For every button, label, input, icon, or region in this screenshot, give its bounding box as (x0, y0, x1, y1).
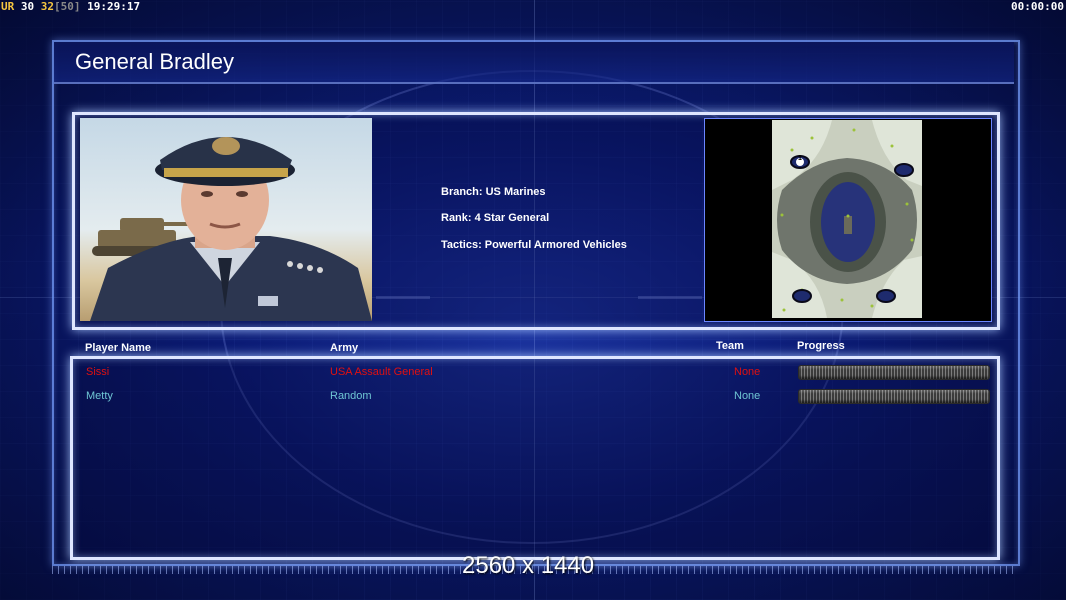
player-load-progress-bar (798, 365, 990, 380)
column-header-player-name: Player Name (85, 342, 152, 354)
hud-clock: 19:29:17 (87, 0, 141, 13)
hud-fps-value: 30 (20, 0, 35, 13)
player-load-progress-bar (798, 389, 990, 404)
column-header-team: Team (716, 340, 744, 352)
hud-fps-max: [50] (54, 0, 81, 13)
column-header-army: Army (330, 342, 359, 354)
page-title: General Bradley (75, 49, 234, 74)
general-rank: Rank: 4 Star General (441, 212, 550, 224)
general-tactics: Tactics: Powerful Armored Vehicles (441, 239, 627, 251)
hud-ur-label: UR (1, 0, 15, 13)
player-army: USA Assault General (330, 366, 433, 378)
general-branch: Branch: US Marines (441, 186, 546, 198)
map-start-position-label: 1 (798, 155, 802, 162)
player-team: None (734, 366, 761, 378)
player-army: Random (330, 390, 372, 402)
general-portrait-image (90, 137, 372, 321)
player-name: Sissi (86, 366, 110, 378)
column-header-progress: Progress (797, 340, 845, 352)
player-team: None (734, 390, 761, 402)
resolution-label: 2560 x 1440 (462, 552, 595, 579)
hud-fps-target: 32 (40, 0, 54, 13)
general-portrait (80, 118, 372, 321)
hud-status-left: UR 30 32[50] 19:29:17 (1, 0, 140, 13)
player-name: Metty (86, 390, 113, 402)
map-terrain (772, 120, 922, 318)
players-panel (70, 356, 1000, 560)
hud-elapsed-timer: 00:00:00 (1011, 0, 1064, 13)
map-preview: 1 (772, 120, 922, 318)
